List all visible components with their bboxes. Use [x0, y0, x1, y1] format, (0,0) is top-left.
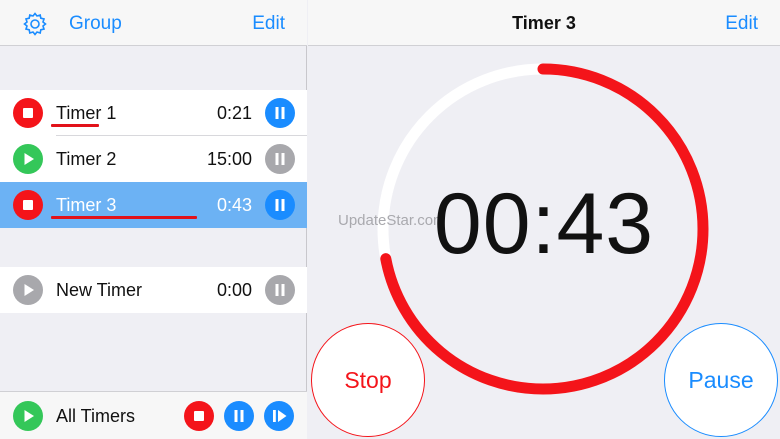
all-timers-label: All Timers — [56, 406, 136, 426]
pause-icon[interactable] — [265, 98, 295, 128]
list-navigation-bar: Group Edit — [0, 0, 307, 46]
timer-name: Timer 2 — [56, 149, 117, 169]
timer-list-panel: Group Edit Timer 1 0:21 Timer 2 15:00 Ti… — [0, 0, 307, 439]
stop-button[interactable]: Stop — [311, 323, 425, 437]
timer-time: 15:00 — [206, 149, 252, 169]
detail-navigation-bar: Timer 3 Edit — [308, 0, 780, 46]
countdown-display: 00:43 — [433, 176, 655, 272]
annotation-underline — [51, 216, 197, 219]
timer-name: Timer 3 — [56, 195, 117, 215]
stop-all-icon[interactable] — [184, 401, 214, 431]
list-edit-button[interactable]: Edit — [252, 13, 285, 35]
play-icon[interactable] — [13, 275, 43, 305]
pause-icon[interactable] — [265, 190, 295, 220]
detail-edit-button[interactable]: Edit — [725, 13, 758, 35]
play-icon[interactable] — [13, 144, 43, 174]
pause-icon[interactable] — [265, 144, 295, 174]
play-all-icon[interactable] — [13, 401, 43, 431]
timer-time: 0:43 — [216, 195, 252, 215]
new-timer-row[interactable]: New Timer 0:00 — [0, 267, 307, 313]
pause-all-icon[interactable] — [224, 401, 254, 431]
group-button[interactable]: Group — [69, 13, 122, 35]
stop-icon[interactable] — [13, 190, 43, 220]
timer-name: New Timer — [56, 280, 143, 300]
pause-button[interactable]: Pause — [664, 323, 778, 437]
timer-time: 0:00 — [216, 280, 252, 300]
timer-row-1[interactable]: Timer 1 0:21 — [0, 90, 307, 136]
timer-time: 0:21 — [216, 103, 252, 123]
pause-icon[interactable] — [265, 275, 295, 305]
timer-row-2[interactable]: Timer 2 15:00 — [0, 136, 307, 182]
resume-all-icon[interactable] — [264, 401, 294, 431]
timer-row-3[interactable]: Timer 3 0:43 — [0, 182, 307, 228]
annotation-underline — [51, 124, 99, 127]
stop-icon[interactable] — [13, 98, 43, 128]
timer-detail-panel: Timer 3 Edit UpdateStar.com 00:43 Stop P… — [308, 0, 780, 439]
detail-title: Timer 3 — [512, 13, 576, 33]
timer-name: Timer 1 — [56, 103, 117, 123]
gear-icon[interactable] — [22, 11, 48, 37]
all-timers-bar: All Timers — [0, 391, 307, 439]
